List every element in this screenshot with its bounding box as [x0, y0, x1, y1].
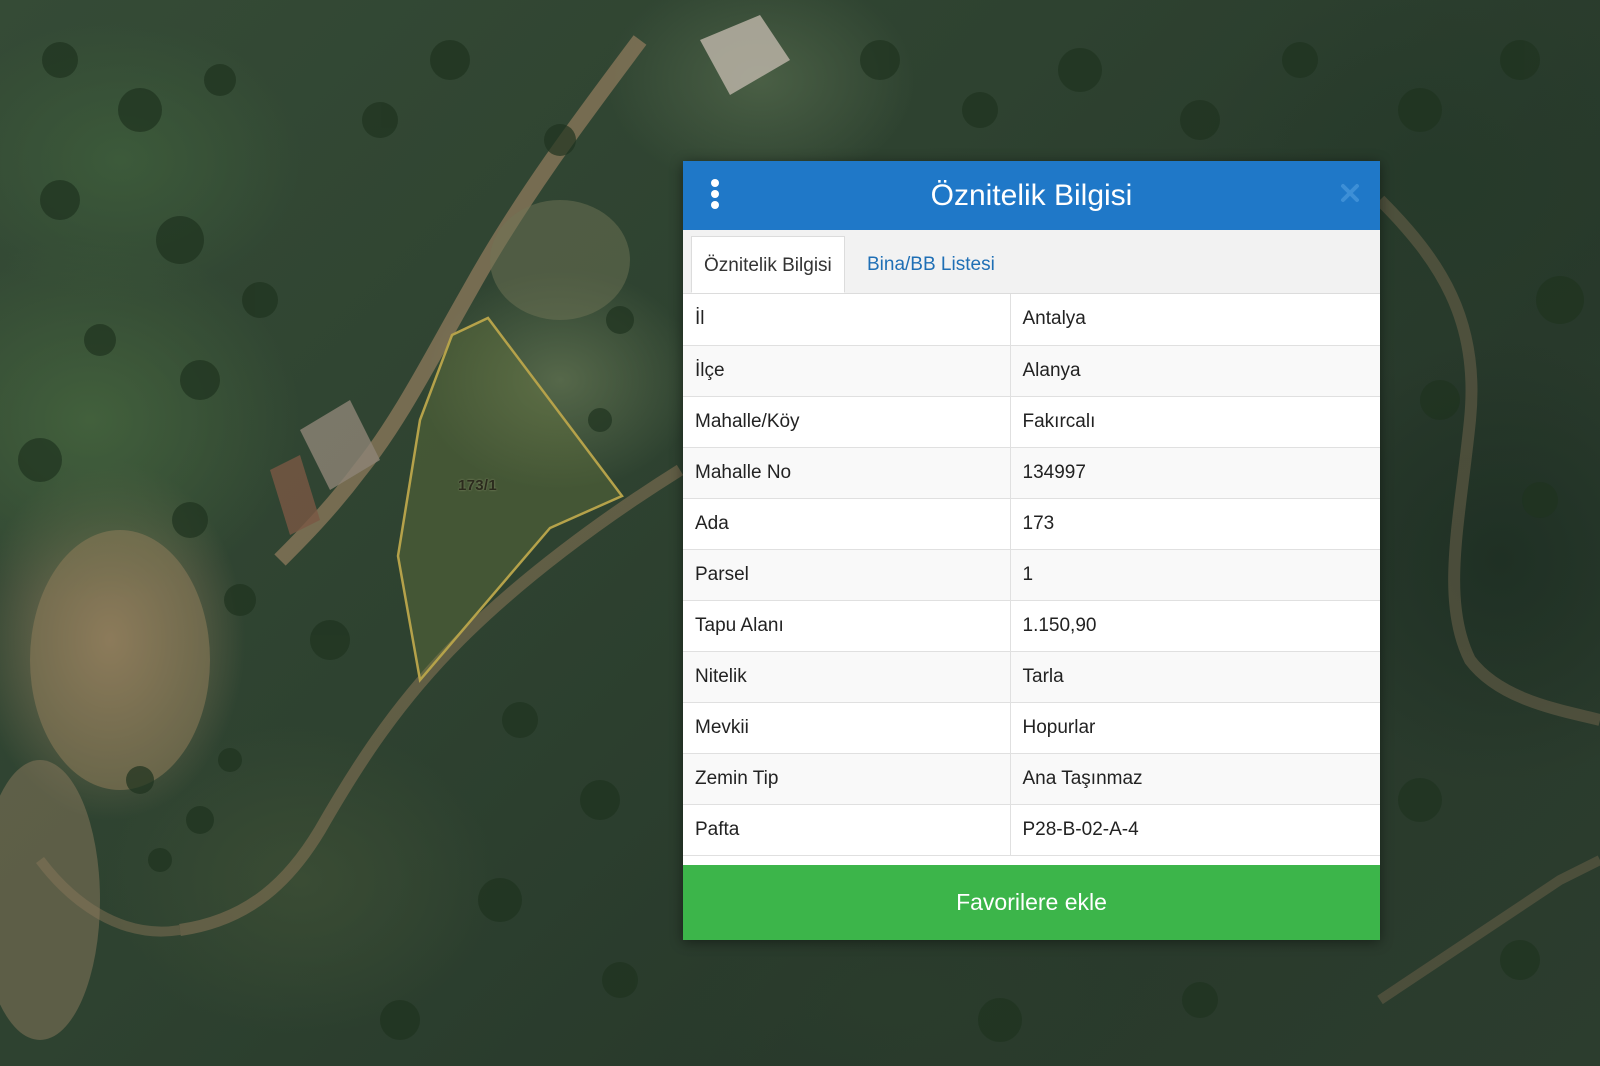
- row-key: Mahalle No: [683, 447, 1011, 499]
- row-key: Tapu Alanı: [683, 600, 1011, 652]
- row-key: Pafta: [683, 804, 1011, 856]
- attribute-dialog: Öznitelik Bilgisi Öznitelik Bilgisi Bina…: [683, 161, 1380, 940]
- row-key: Mahalle/Köy: [683, 396, 1011, 448]
- row-key: Parsel: [683, 549, 1011, 601]
- row-key: İlçe: [683, 345, 1011, 397]
- row-key: Ada: [683, 498, 1011, 550]
- table-row: Mahalle/Köy Fakırcalı: [683, 396, 1380, 448]
- table-row: Nitelik Tarla: [683, 651, 1380, 703]
- row-value: Alanya: [1010, 345, 1380, 397]
- dialog-header: Öznitelik Bilgisi: [683, 161, 1380, 230]
- table-row: Mevkii Hopurlar: [683, 702, 1380, 754]
- row-value: Hopurlar: [1010, 702, 1380, 754]
- table-row: Ada 173: [683, 498, 1380, 550]
- add-to-favorites-button[interactable]: Favorilere ekle: [683, 865, 1380, 940]
- attribute-table: İl Antalya İlçe Alanya Mahalle/Köy Fakır…: [683, 294, 1380, 856]
- close-icon[interactable]: [1338, 181, 1362, 205]
- row-value: Tarla: [1010, 651, 1380, 703]
- table-row: İlçe Alanya: [683, 345, 1380, 397]
- table-row: Pafta P28-B-02-A-4: [683, 804, 1380, 856]
- row-value: Fakırcalı: [1010, 396, 1380, 448]
- row-value: 134997: [1010, 447, 1380, 499]
- row-key: Nitelik: [683, 651, 1011, 703]
- row-value: P28-B-02-A-4: [1010, 804, 1380, 856]
- dialog-title: Öznitelik Bilgisi: [930, 179, 1133, 212]
- table-row: Mahalle No 134997: [683, 447, 1380, 499]
- row-value: Antalya: [1010, 294, 1380, 346]
- tab-building-list[interactable]: Bina/BB Listesi: [855, 236, 1007, 293]
- table-row: Zemin Tip Ana Taşınmaz: [683, 753, 1380, 805]
- row-key: İl: [683, 294, 1011, 346]
- row-value: 1.150,90: [1010, 600, 1380, 652]
- row-value: Ana Taşınmaz: [1010, 753, 1380, 805]
- row-value: 173: [1010, 498, 1380, 550]
- table-row: Tapu Alanı 1.150,90: [683, 600, 1380, 652]
- table-row: İl Antalya: [683, 294, 1380, 346]
- row-key: Mevkii: [683, 702, 1011, 754]
- table-row: Parsel 1: [683, 549, 1380, 601]
- row-key: Zemin Tip: [683, 753, 1011, 805]
- parcel-label: 173/1: [458, 477, 498, 494]
- row-value: 1: [1010, 549, 1380, 601]
- tab-bar: Öznitelik Bilgisi Bina/BB Listesi: [683, 230, 1380, 294]
- tab-attribute-info[interactable]: Öznitelik Bilgisi: [691, 236, 845, 293]
